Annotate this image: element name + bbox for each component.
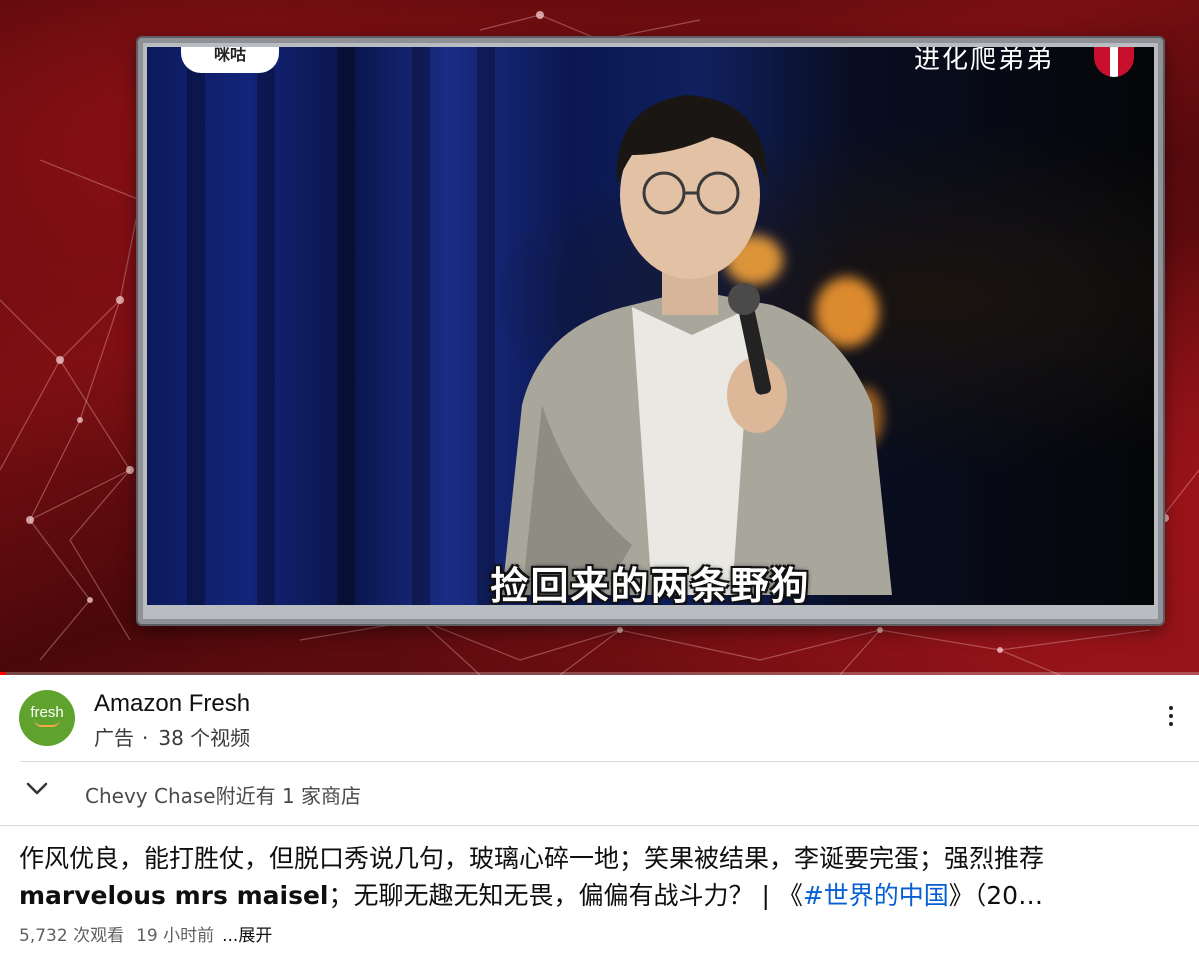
performer-figure [502,95,892,595]
channel-watermark: 咪咕 [181,47,279,73]
ad-title[interactable]: Amazon Fresh [94,690,250,718]
title-text: 》（20… [948,881,1044,910]
expand-description-button[interactable]: ...展开 [222,926,272,946]
upload-age: 19 小时前 [136,926,215,946]
video-title[interactable]: 作风优良，能打胜仗，但脱口秀说几句，玻璃心碎一地；笑果被结果，李诞要完蛋；强烈推… [19,840,1179,914]
nearby-stores-text[interactable]: Chevy Chase附近有 1 家商店 [85,780,361,809]
video-player[interactable]: 咪咕 进化爬弟弟 捡回来的两条野狗 [0,0,1199,675]
logo-text: fresh [30,704,64,721]
flag-icon [1094,47,1134,77]
ad-video-count: 38 个视频 [158,726,251,750]
ad-meta: 广告 · 38 个视频 [94,722,250,751]
overlay-caption: 进化爬弟弟 [913,47,1054,75]
store-row[interactable]: Chevy Chase附近有 1 家商店 [0,762,1199,824]
ad-card[interactable]: fresh Amazon Fresh 广告 · 38 个视频 [0,676,1199,761]
title-english: marvelous mrs maisel [19,881,329,910]
chevron-down-icon[interactable] [26,782,48,796]
progress-bar[interactable] [0,672,1199,675]
divider [0,825,1199,826]
hashtag-link[interactable]: #世界的中国 [803,881,949,910]
ad-label: 广告 [94,726,134,750]
view-count: 5,732 次观看 [19,926,125,946]
progress-bar-fill [0,672,6,675]
video-subtitle: 捡回来的两条野狗 [490,564,811,605]
separator-dot: · [142,726,149,750]
tv-screen-frame: 咪咕 进化爬弟弟 捡回来的两条野狗 [138,38,1163,624]
title-text: 作风优良，能打胜仗，但脱口秀说几句，玻璃心碎一地；笑果被结果，李诞要完蛋；强烈推… [19,844,1045,873]
title-text: ；无聊无趣无知无畏，偏偏有战斗力？ | 《 [328,881,803,910]
video-meta: 5,732 次观看 19 小时前 ...展开 [19,921,272,946]
more-vert-icon[interactable] [1161,706,1181,732]
amazon-fresh-logo[interactable]: fresh [19,690,75,746]
video-frame: 咪咕 进化爬弟弟 捡回来的两条野狗 [147,47,1154,605]
